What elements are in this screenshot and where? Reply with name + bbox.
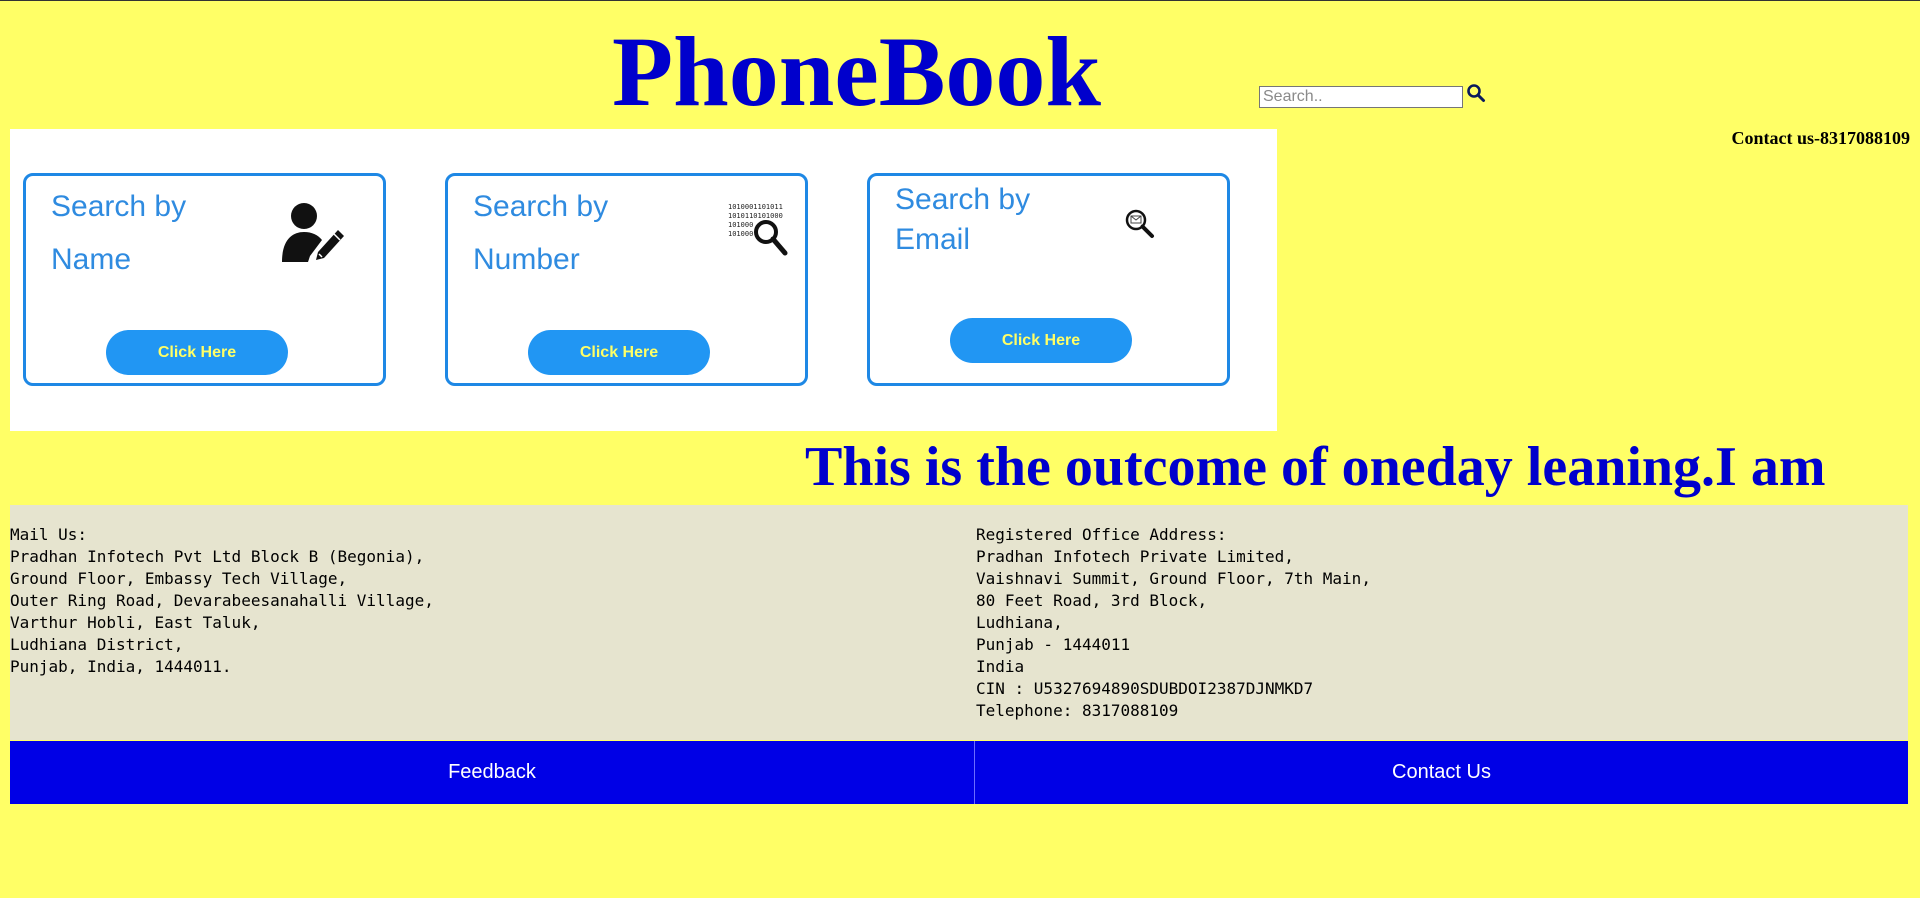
card-title: Search by Email <box>895 183 1031 256</box>
footer-info: Mail Us: Pradhan Infotech Pvt Ltd Block … <box>10 505 1908 740</box>
scrolling-message: This is the outcome of oneday leaning.I … <box>805 436 1826 498</box>
search-button[interactable] <box>1465 83 1487 105</box>
search-by-email-card: Search by Email Click Here <box>867 173 1230 386</box>
svg-text:1010001101011: 1010001101011 <box>728 203 783 211</box>
page-title: PhoneBook <box>612 16 1102 127</box>
search-by-number-card: Search by Number 1010001101011 101011010… <box>445 173 808 386</box>
contact-phone: Contact us-8317088109 <box>1731 128 1911 148</box>
person-edit-icon <box>282 203 344 262</box>
search-options-panel: Search by Name Click Here Search by Numb… <box>10 129 1277 431</box>
search-bar <box>1259 83 1487 108</box>
search-by-email-button[interactable]: Click Here <box>950 318 1132 363</box>
contact-us-link[interactable]: Contact Us <box>975 741 1908 804</box>
svg-text:1010110101000: 1010110101000 <box>728 212 783 220</box>
feedback-link[interactable]: Feedback <box>10 741 975 804</box>
footer-nav: Feedback Contact Us <box>10 741 1908 804</box>
svg-text:101000: 101000 <box>728 221 753 229</box>
email-magnifier-icon <box>1125 209 1154 238</box>
card-title: Search by Name <box>51 190 187 276</box>
binary-magnifier-icon: 1010001101011 1010110101000 101000 10100… <box>728 203 788 256</box>
top-border <box>0 0 1920 1</box>
card-title: Search by Number <box>473 190 609 276</box>
search-input[interactable] <box>1259 86 1463 108</box>
search-by-name-button[interactable]: Click Here <box>106 330 288 375</box>
search-by-number-button[interactable]: Click Here <box>528 330 710 375</box>
search-by-name-card: Search by Name Click Here <box>23 173 386 386</box>
svg-text:101000: 101000 <box>728 230 753 238</box>
registered-office-address: Registered Office Address: Pradhan Infot… <box>976 525 1371 720</box>
mail-us-address: Mail Us: Pradhan Infotech Pvt Ltd Block … <box>10 525 434 676</box>
magnifier-icon <box>1467 84 1485 102</box>
